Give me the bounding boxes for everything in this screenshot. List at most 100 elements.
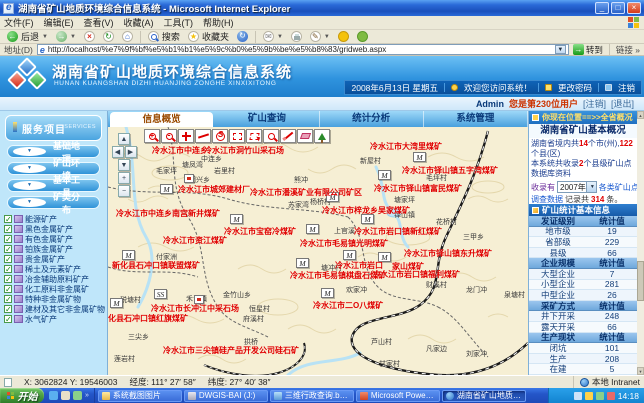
task-button[interactable]: Microsoft PowerP... [356,390,440,402]
mine-label[interactable]: 冷水江市中连乡 [152,145,208,156]
menu-item[interactable]: 收藏(A) [124,16,154,29]
edit-dropdown-icon[interactable]: ▼ [324,34,330,40]
layer-checkbox[interactable] [4,215,12,223]
mine-label[interactable]: 新化县石冲口镇红旗煤矿 [108,313,188,324]
mine-marker[interactable]: M [306,224,319,234]
map-tool-button[interactable] [178,129,194,143]
mine-label[interactable]: 冷水江市岩口镇新红煤矿 [354,226,442,237]
scrollbar-thumb[interactable] [637,261,644,301]
mine-label[interactable]: 冷水江市潘溪矿业有限公司矿区 [250,187,362,198]
messenger-button[interactable] [335,30,352,43]
print-button[interactable] [288,30,305,43]
mine-marker[interactable]: SS [154,289,167,299]
layer-row[interactable]: 稀土及元素矿产 [0,264,107,274]
layer-checkbox[interactable] [4,225,12,233]
change-password-link[interactable]: 更改密码 [558,82,592,94]
map-tool-button[interactable] [144,129,160,143]
map-tool-button[interactable] [280,129,296,143]
layer-checkbox[interactable] [4,315,12,323]
address-input[interactable]: e http://localhost/%e7%9f%bf%e5%b1%b1%e5… [37,44,569,55]
minimize-button[interactable]: _ [595,2,609,14]
map-tool-button[interactable] [212,129,228,143]
quick-launch-overflow-icon[interactable]: » [85,392,89,399]
menu-item[interactable]: 查看(V) [84,16,114,29]
zoom-out-button[interactable]: − [118,185,130,197]
logout-link-2[interactable]: [注销] [583,97,606,110]
pan-right-button[interactable]: ▶ [125,146,137,158]
menu-item[interactable]: 帮助(H) [203,16,234,29]
stop-button[interactable] [81,30,98,43]
logout-link[interactable]: 注销 [618,82,635,94]
mine-marker[interactable]: M [110,298,123,308]
layer-checkbox[interactable] [4,245,12,253]
mine-marker[interactable]: M [230,214,243,224]
favorites-button[interactable]: 收藏夹 [185,30,232,43]
task-button[interactable]: DWGIS-BAI (J:) [184,390,268,402]
map-canvas[interactable]: 中连乡毛家坪塘凤湾闵兴乡岩里村新屋村毛坪村熊冲苏家湾杨桥村塘家坪铎山镇花桥村三甲… [108,127,528,375]
task-button[interactable]: 系统截图图片 [98,390,182,402]
menu-item[interactable]: 编辑(E) [44,16,74,29]
layer-checkbox[interactable] [4,295,12,303]
map-tool-button[interactable] [229,129,245,143]
mine-marker[interactable]: M [378,170,391,180]
mine-label[interactable]: 冷水江市铎山镇五字湾煤矿 [402,165,498,176]
module-tab[interactable]: 矿山查询 [215,111,319,127]
layer-checkbox[interactable] [4,305,12,313]
close-button[interactable]: × [627,2,641,14]
pan-down-button[interactable]: ▼ [118,159,130,171]
links-label[interactable]: 链接 » [616,44,640,56]
mine-label[interactable]: 冷水江市大湾里煤矿 [370,141,442,152]
layer-row[interactable]: 冶金辅助原料矿产 [0,274,107,284]
map-tool-button[interactable] [297,129,313,143]
select-arrow-icon[interactable]: ▼ [586,182,596,192]
quick-app-icon[interactable] [73,391,82,400]
sidebar-section-button[interactable]: 矿类分布 [7,196,100,209]
tray-display-icon[interactable] [574,392,582,400]
menu-item[interactable]: 工具(T) [164,16,194,29]
mine-marker[interactable]: M [122,250,135,260]
mine-label[interactable]: 冷水江市毛易镇棋盘石煤矿 [290,270,386,281]
layer-row[interactable]: 黑色金属矿产 [0,224,107,234]
mine-label[interactable]: 冷水江市铎山镇东升煤矿 [404,248,492,259]
tray-volume-icon[interactable] [607,392,615,400]
mine-label[interactable]: 冷水江市中连乡南宫新井煤矿 [116,208,220,219]
map-tool-button[interactable] [161,129,177,143]
maximize-button[interactable]: □ [611,2,625,14]
mine-marker[interactable]: M [296,258,309,268]
layer-row[interactable]: 铂族金属矿产 [0,244,107,254]
mine-label[interactable]: 新化县石冲口镇联盟煤矿 [112,260,200,271]
tray-ime-icon[interactable] [585,392,593,400]
layer-row[interactable]: 贵金属矿产 [0,254,107,264]
mine-marker[interactable]: M [160,184,173,194]
scroll-up-icon[interactable]: ▲ [637,111,644,119]
mail-button[interactable]: ▼ [260,30,286,43]
mine-label[interactable]: 冷水江市城郊建材厂 [178,184,250,195]
layer-checkbox[interactable] [4,285,12,293]
layer-checkbox[interactable] [4,265,12,273]
panel-scrollbar[interactable]: ▲ ▼ [637,111,644,375]
tray-network-icon[interactable] [596,392,604,400]
forward-button[interactable]: ▼ [53,30,79,43]
year-select[interactable]: 2007年 ▼ [557,181,597,193]
pan-up-button[interactable]: ▲ [118,133,130,145]
refresh-button[interactable] [100,30,117,43]
layer-checkbox[interactable] [4,275,12,283]
layer-row[interactable]: 有色金属矿产 [0,234,107,244]
mine-label[interactable]: 冷水江市梓龙乡吴家煤矿 [322,205,410,216]
home-button[interactable] [119,30,136,43]
quick-desktop-icon[interactable] [61,391,70,400]
map-tool-button[interactable] [314,129,330,143]
layer-row[interactable]: 化工原料非金属矿 [0,284,107,294]
start-button[interactable]: 开始 [0,388,44,403]
back-button[interactable]: 后退▼ [4,30,51,43]
mine-label[interactable]: 冷水江市二O八煤矿 [313,300,383,311]
menu-item[interactable]: 文件(F) [4,16,34,29]
module-tab[interactable]: 信息概览 [110,112,213,127]
go-button[interactable]: 转到 [573,44,603,56]
forward-dropdown-icon[interactable]: ▼ [70,34,76,40]
mine-label[interactable]: 冷水江市资江煤矿 [163,235,227,246]
back-dropdown-icon[interactable]: ▼ [42,34,48,40]
scroll-down-icon[interactable]: ▼ [637,367,644,375]
address-dropdown-icon[interactable]: ▼ [555,45,566,54]
history-button[interactable] [234,30,251,43]
